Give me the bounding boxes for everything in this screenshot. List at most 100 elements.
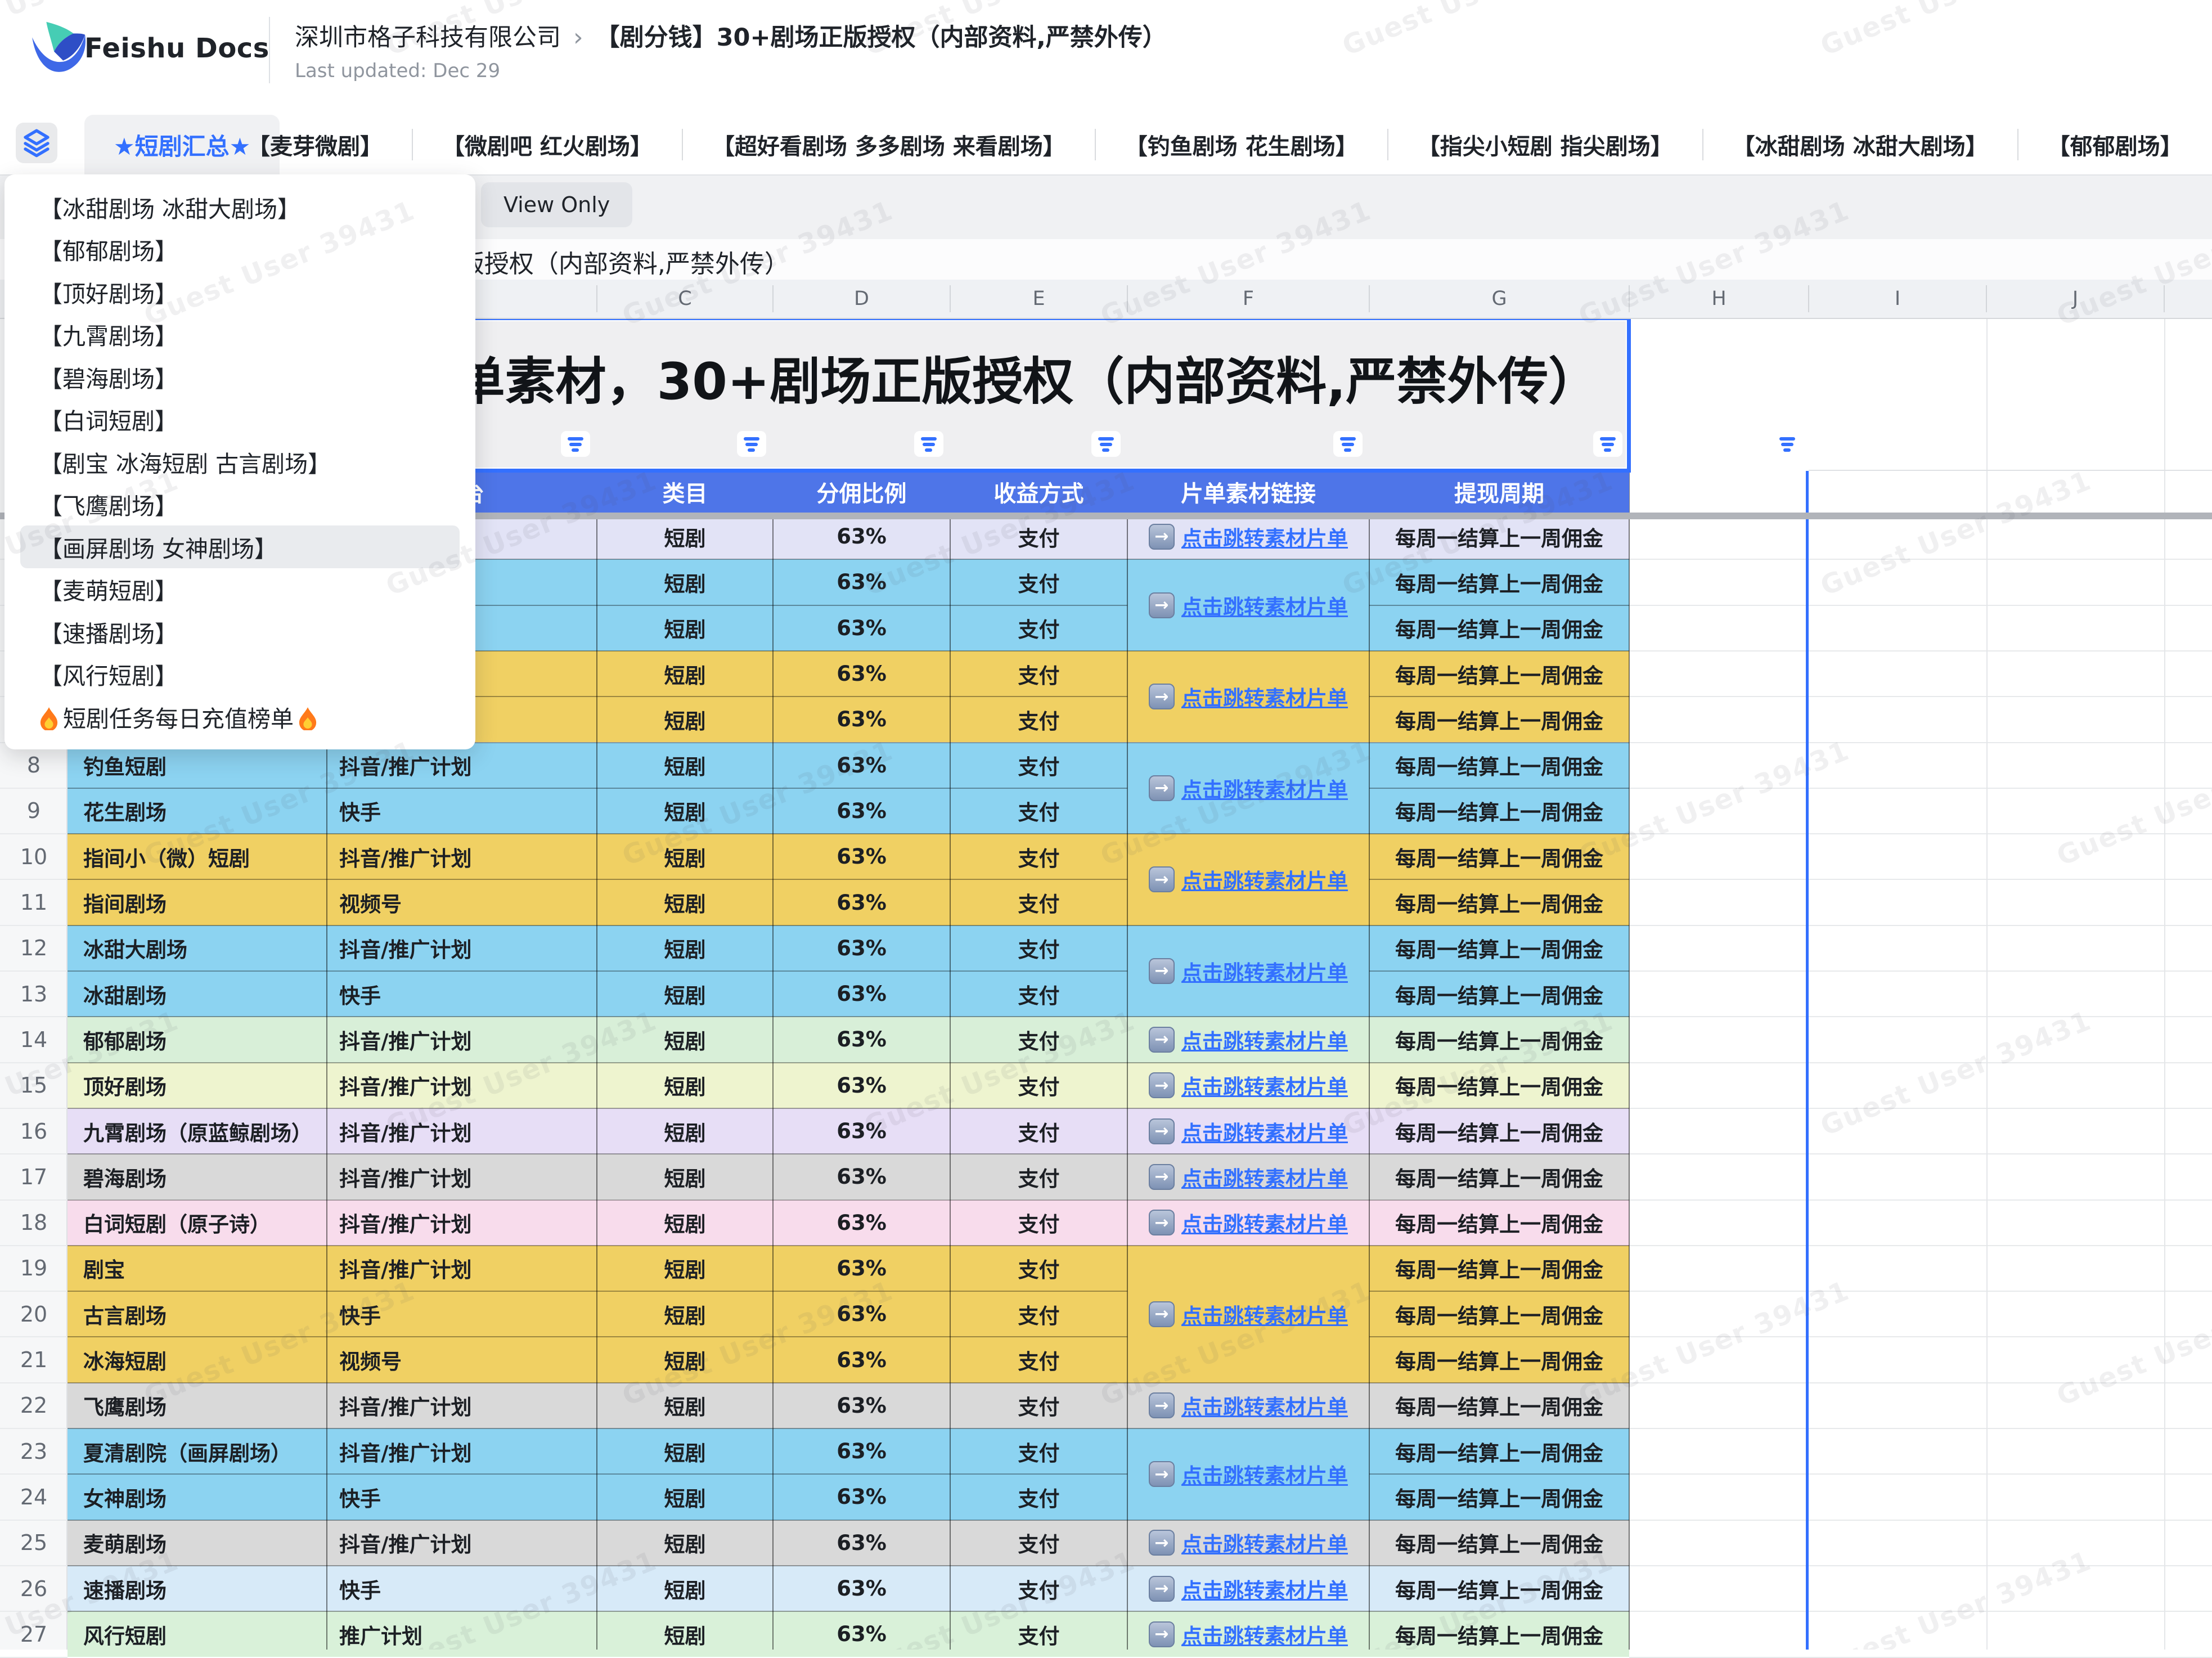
grid-line-h <box>1629 1336 2212 1337</box>
material-link[interactable]: →点击跳转素材片单 <box>1127 925 1369 1017</box>
material-link[interactable]: →点击跳转素材片单 <box>1127 1566 1369 1611</box>
arrow-right-icon: → <box>1149 592 1175 618</box>
cell-category: 短剧 <box>597 788 773 834</box>
row-border <box>1369 1291 1629 1292</box>
cell-income-type: 支付 <box>950 514 1127 559</box>
cell-category: 短剧 <box>597 1063 773 1108</box>
tab-sheet[interactable]: 【指尖小短剧 指尖剧场】 <box>1388 128 1702 161</box>
grid-line-h <box>1629 970 2212 972</box>
cell-commission: 63% <box>773 514 950 559</box>
material-link-text: 点击跳转素材片单 <box>1181 590 1348 621</box>
column-letter-E[interactable]: E <box>950 280 1127 318</box>
cell-category: 短剧 <box>597 925 773 971</box>
breadcrumb-company[interactable]: 深圳市格子科技有限公司 <box>295 24 561 52</box>
tab-sheet[interactable]: 【郁郁剧场】 <box>2018 128 2212 161</box>
material-link[interactable]: →点击跳转素材片单 <box>1127 743 1369 834</box>
cell-theater-name: 指间剧场 <box>83 879 326 925</box>
cell-commission: 63% <box>773 788 950 834</box>
dropdown-item[interactable]: 【冰甜剧场 冰甜大剧场】 <box>5 186 475 228</box>
dropdown-item[interactable]: 【风行短剧】 <box>5 653 475 696</box>
grid-line-h <box>1629 1657 2212 1658</box>
dropdown-item[interactable]: 【白词短剧】 <box>5 398 475 441</box>
dropdown-item[interactable]: 【画屏剧场 女神剧场】 <box>20 525 460 568</box>
cell-income-type: 支付 <box>950 1474 1127 1520</box>
grid-line-h <box>1629 925 2212 926</box>
cell-withdraw-period: 每周一结算上一周佣金 <box>1369 1246 1629 1291</box>
material-link-text: 点击跳转素材片单 <box>1181 1619 1348 1650</box>
dropdown-item[interactable]: 【顶好剧场】 <box>5 271 475 313</box>
cell-income-type: 支付 <box>950 559 1127 605</box>
material-link[interactable]: →点击跳转素材片单 <box>1127 1108 1369 1154</box>
dropdown-item[interactable]: 【碧海剧场】 <box>5 356 475 398</box>
cell-category: 短剧 <box>597 1154 773 1199</box>
material-link[interactable]: →点击跳转素材片单 <box>1127 1383 1369 1428</box>
cell-category: 短剧 <box>597 697 773 742</box>
cell-theater-name: 古言剧场 <box>83 1291 326 1337</box>
tab-sheet[interactable]: 【微剧吧 红火剧场】 <box>413 128 682 161</box>
cell-category: 短剧 <box>597 559 773 605</box>
cell-withdraw-period: 每周一结算上一周佣金 <box>1369 651 1629 697</box>
dropdown-item[interactable]: 【九霄剧场】 <box>5 313 475 356</box>
material-link[interactable]: →点击跳转素材片单 <box>1127 1246 1369 1383</box>
row-number: 25 <box>0 1520 68 1566</box>
arrow-right-icon: → <box>1149 684 1175 709</box>
tab-sheet[interactable]: 【超好看剧场 多多剧场 来看剧场】 <box>683 128 1095 161</box>
fire-icon <box>39 703 59 730</box>
tab-sheet[interactable]: 【麦芽微剧】 <box>218 128 412 161</box>
column-letter-J[interactable]: J <box>1986 280 2164 318</box>
material-link[interactable]: →点击跳转素材片单 <box>1127 1428 1369 1520</box>
header-material-link: 片单素材链接 <box>1127 471 1369 513</box>
grid-line-h <box>1629 742 2212 743</box>
dropdown-item[interactable]: 短剧任务每日充值榜单 <box>5 695 475 738</box>
column-letter-G[interactable]: G <box>1369 280 1629 318</box>
cell-platform: 推广计划 <box>339 1611 596 1657</box>
material-link[interactable]: →点击跳转素材片单 <box>1127 1154 1369 1199</box>
tab-sheet[interactable]: 【冰甜剧场 冰甜大剧场】 <box>1703 128 2017 161</box>
dropdown-item[interactable]: 【麦萌短剧】 <box>5 568 475 611</box>
column-letter-divider <box>596 285 597 312</box>
material-link[interactable]: →点击跳转素材片单 <box>1127 1063 1369 1108</box>
cell-income-type: 支付 <box>950 1108 1127 1154</box>
column-letter-H[interactable]: H <box>1629 280 1809 318</box>
dropdown-item[interactable]: 【飞鹰剧场】 <box>5 483 475 526</box>
cell-category: 短剧 <box>597 971 773 1017</box>
cell-commission: 63% <box>773 1017 950 1062</box>
material-link[interactable]: →点击跳转素材片单 <box>1127 834 1369 925</box>
material-link-text: 点击跳转素材片单 <box>1181 1390 1348 1421</box>
header-divider <box>269 17 270 83</box>
column-letter-divider <box>1808 285 1809 312</box>
material-link[interactable]: →点击跳转素材片单 <box>1127 1017 1369 1062</box>
cell-commission: 63% <box>773 1154 950 1199</box>
sheet-list-button[interactable] <box>16 123 57 163</box>
cell-theater-name: 花生剧场 <box>83 788 326 834</box>
material-link[interactable]: →点击跳转素材片单 <box>1127 1200 1369 1246</box>
cell-category: 短剧 <box>597 1291 773 1337</box>
column-letter-I[interactable]: I <box>1809 280 1986 318</box>
cell-commission: 63% <box>773 971 950 1017</box>
app-header: Feishu Docs 深圳市格子科技有限公司›【剧分钱】30+剧场正版授权（内… <box>0 0 2212 100</box>
material-link[interactable]: →点击跳转素材片单 <box>1127 1611 1369 1657</box>
column-letter-C[interactable]: C <box>597 280 773 318</box>
material-link[interactable]: →点击跳转素材片单 <box>1127 514 1369 559</box>
grid-line-h <box>1629 1520 2212 1521</box>
material-link-text: 点击跳转素材片单 <box>1181 1459 1348 1489</box>
tab-sheet[interactable]: 【钓鱼剧场 花生剧场】 <box>1096 128 1387 161</box>
arrow-right-icon: → <box>1149 775 1175 801</box>
material-link[interactable]: →点击跳转素材片单 <box>1127 1520 1369 1566</box>
material-link[interactable]: →点击跳转素材片单 <box>1127 651 1369 743</box>
column-letter-D[interactable]: D <box>773 280 950 318</box>
grid-line-h <box>1629 1473 2212 1475</box>
dropdown-item-label: 短剧任务每日充值榜单 <box>59 700 298 734</box>
material-link-text: 点击跳转素材片单 <box>1181 773 1348 803</box>
column-letter-F[interactable]: F <box>1127 280 1369 318</box>
dropdown-item[interactable]: 【郁郁剧场】 <box>5 228 475 271</box>
row-number: 11 <box>0 879 68 925</box>
column-letter-divider <box>1127 285 1128 312</box>
material-link[interactable]: →点击跳转素材片单 <box>1127 559 1369 651</box>
cell-category: 短剧 <box>597 1337 773 1382</box>
dropdown-item[interactable]: 【剧宝 冰海短剧 古言剧场】 <box>5 441 475 483</box>
filter-icon[interactable] <box>1773 431 1802 457</box>
arrow-right-icon: → <box>1149 1301 1175 1327</box>
dropdown-item[interactable]: 【速播剧场】 <box>5 610 475 653</box>
row-border <box>1369 1473 1629 1475</box>
